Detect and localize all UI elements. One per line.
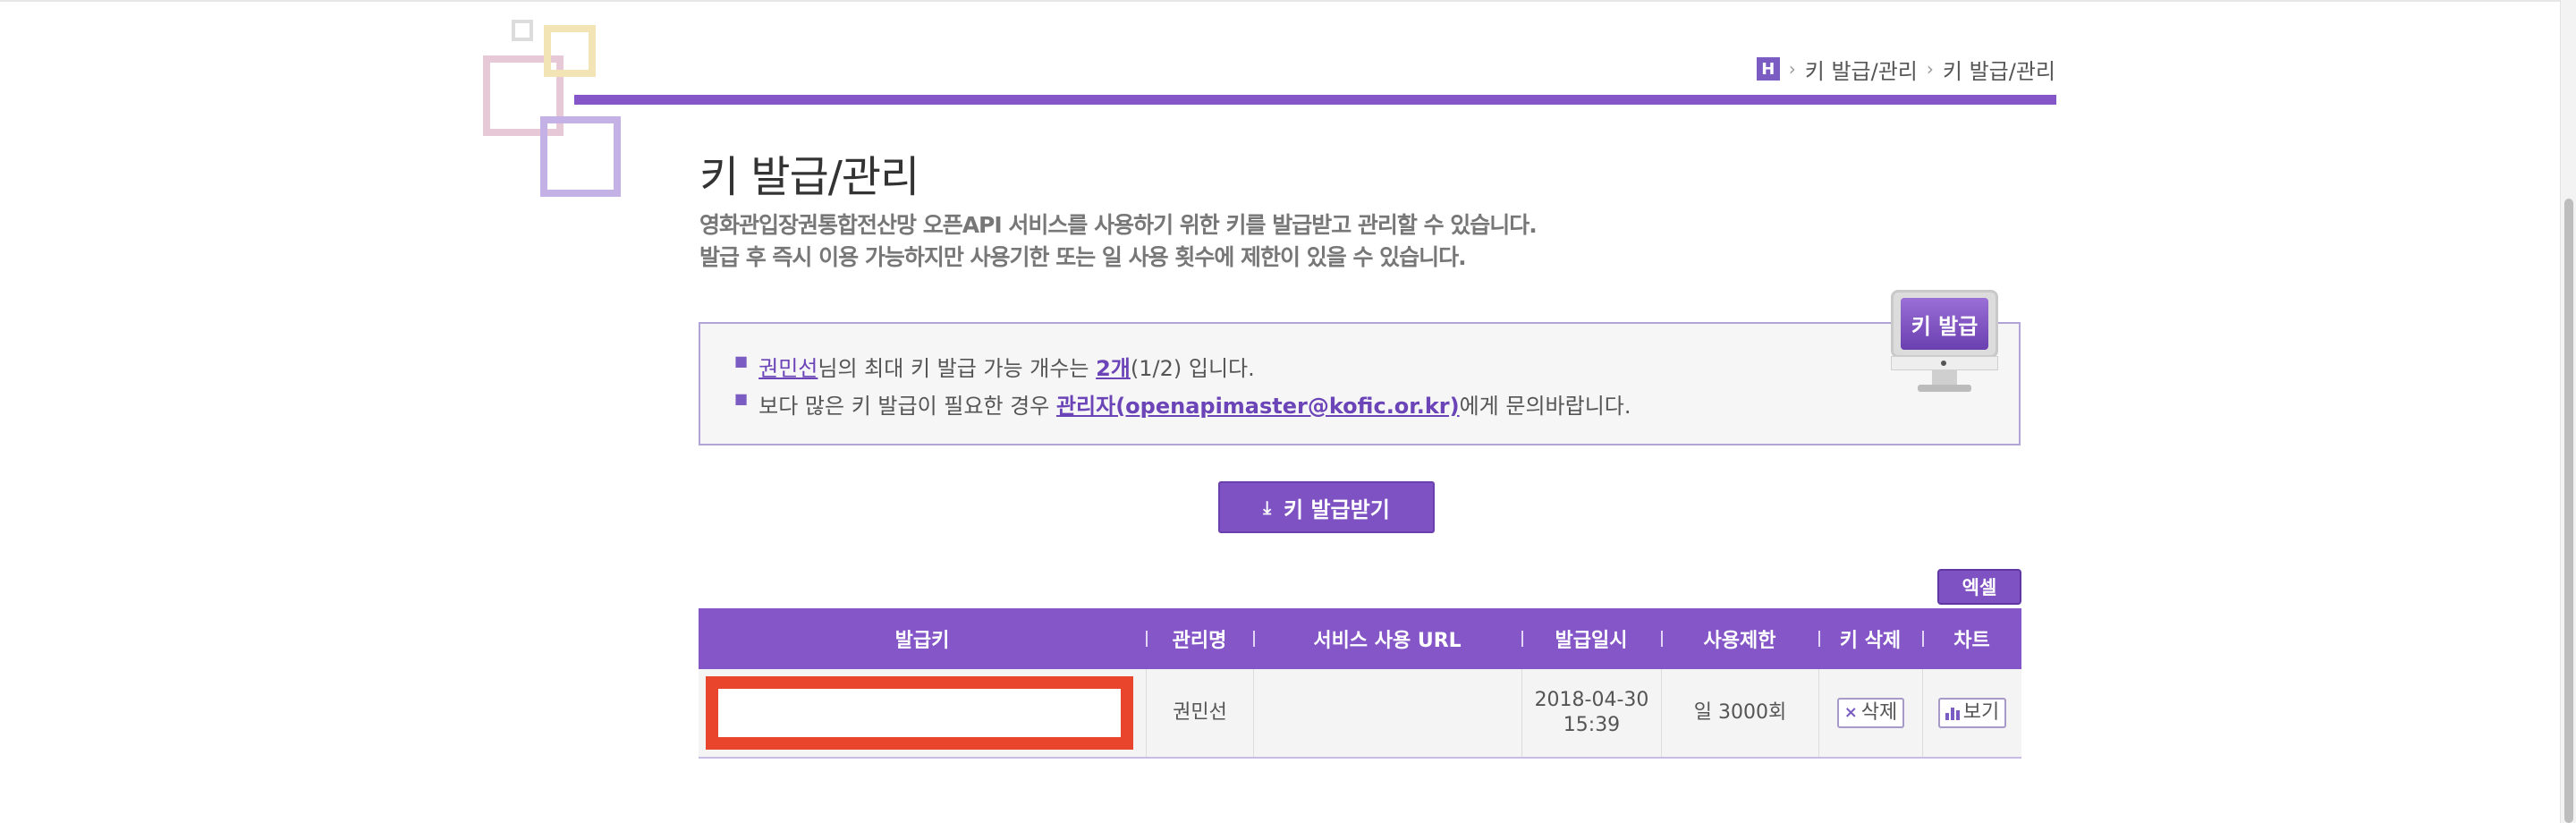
breadcrumb: H › 키 발급/관리 › 키 발급/관리 xyxy=(1756,54,2055,85)
key-table: 발급키 관리명 서비스 사용 URL 발급일시 사용제한 키 삭제 차트 권민선… xyxy=(699,608,2021,759)
issue-key-label: 키 발급받기 xyxy=(1284,496,1390,522)
bar-chart-icon xyxy=(1945,706,1960,720)
monitor-dot xyxy=(1941,361,1946,366)
info-text: 님의 최대 키 발급 가능 개수는 xyxy=(818,356,1097,381)
header-chart: 차트 xyxy=(1922,608,2021,669)
info-line-contact: ■ 보다 많은 키 발급이 필요한 경우 관리자(openapimaster@k… xyxy=(734,388,1631,420)
table-row: 권민선 2018-04-30 15:39 일 3000회 × 삭제 보기 xyxy=(699,669,2021,759)
issue-key-button[interactable]: ⤓ 키 발급받기 xyxy=(1218,481,1435,533)
info-text: (1/2) 입니다. xyxy=(1130,356,1255,381)
chart-cell: 보기 xyxy=(1922,669,2021,757)
key-count-link[interactable]: 2개 xyxy=(1096,351,1131,382)
usage-limit-cell: 일 3000회 xyxy=(1661,669,1818,757)
delete-label: 삭제 xyxy=(1860,701,1898,724)
home-icon[interactable]: H xyxy=(1756,57,1780,81)
issued-key-cell xyxy=(699,669,1146,757)
view-chart-button[interactable]: 보기 xyxy=(1937,698,2007,728)
bullet-icon: ■ xyxy=(734,352,749,369)
scrollbar-thumb[interactable] xyxy=(2564,199,2573,823)
header-usage-limit: 사용제한 xyxy=(1661,608,1818,669)
issued-date-cell: 2018-04-30 15:39 xyxy=(1521,669,1661,757)
delete-key-button[interactable]: × 삭제 xyxy=(1836,698,1905,728)
top-border xyxy=(0,0,2576,2)
header-rule xyxy=(574,95,2056,105)
chevron-right-icon: › xyxy=(1788,58,1796,80)
page-description-line: 영화관입장권통합전산망 오픈API 서비스를 사용하기 위한 키를 발급받고 관… xyxy=(699,212,1538,238)
admin-email-link[interactable]: 관리자(openapimaster@kofic.or.kr) xyxy=(1056,388,1460,420)
service-url-cell xyxy=(1253,669,1521,757)
excel-export-button[interactable]: 엑셀 xyxy=(1937,569,2021,605)
monitor-screen: 키 발급 xyxy=(1891,290,1998,358)
user-name-link[interactable]: 권민선 xyxy=(758,351,818,382)
monitor-label: 키 발급 xyxy=(1901,298,1988,350)
header-manager-name: 관리명 xyxy=(1146,608,1253,669)
view-chart-label: 보기 xyxy=(1962,701,2000,724)
redacted-key xyxy=(706,676,1133,750)
header-issued-date: 발급일시 xyxy=(1521,608,1661,669)
info-line-key-count: ■ 권민선 님의 최대 키 발급 가능 개수는 2개 (1/2) 입니다. xyxy=(734,351,1255,382)
decorative-square-purple xyxy=(540,116,621,197)
monitor-base xyxy=(1918,385,1971,392)
monitor-icon: 키 발급 xyxy=(1885,286,2004,399)
vertical-scrollbar[interactable] xyxy=(2560,0,2576,823)
page-description: 영화관입장권통합전산망 오픈API 서비스를 사용하기 위한 키를 발급받고 관… xyxy=(699,209,1538,274)
issued-time: 15:39 xyxy=(1563,714,1621,736)
header-issued-key: 발급키 xyxy=(894,630,950,652)
breadcrumb-item-current[interactable]: 키 발급/관리 xyxy=(1943,54,2055,85)
table-header: 발급키 관리명 서비스 사용 URL 발급일시 사용제한 키 삭제 차트 xyxy=(699,608,2021,669)
manager-name-cell: 권민선 xyxy=(1146,669,1253,757)
delete-cell: × 삭제 xyxy=(1818,669,1922,757)
issued-date: 2018-04-30 xyxy=(1534,689,1649,711)
header-delete-key: 키 삭제 xyxy=(1818,608,1922,669)
page-title: 키 발급/관리 xyxy=(699,152,919,202)
breadcrumb-item[interactable]: 키 발급/관리 xyxy=(1805,54,1918,85)
key-info-box: ■ 권민선 님의 최대 키 발급 가능 개수는 2개 (1/2) 입니다. ■ … xyxy=(699,322,2021,445)
info-text: 보다 많은 키 발급이 필요한 경우 xyxy=(758,394,1056,419)
info-text: 에게 문의바랍니다. xyxy=(1459,394,1631,419)
download-icon: ⤓ xyxy=(1263,496,1272,518)
decorative-square-gray xyxy=(512,20,533,41)
chevron-right-icon: › xyxy=(1926,58,1934,80)
header-service-url: 서비스 사용 URL xyxy=(1253,608,1521,669)
page-description-line: 발급 후 즉시 이용 가능하지만 사용기한 또는 일 사용 횟수에 제한이 있을… xyxy=(699,244,1467,270)
bullet-icon: ■ xyxy=(734,390,749,407)
decorative-square-yellow xyxy=(544,25,596,77)
close-icon: × xyxy=(1843,703,1858,722)
